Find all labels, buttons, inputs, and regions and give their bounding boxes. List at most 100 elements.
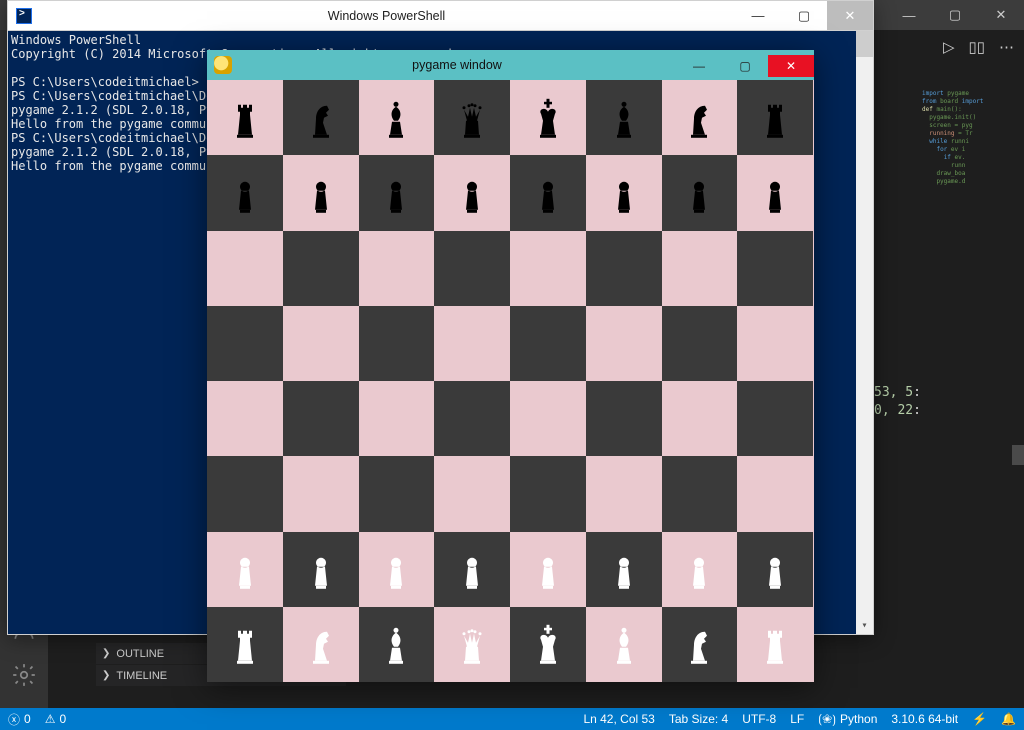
chess-piece-wQ[interactable]: [447, 613, 497, 673]
board-square[interactable]: [434, 80, 510, 155]
minimap[interactable]: import pygame from board import def main…: [922, 90, 1018, 186]
chess-piece-wB[interactable]: [599, 613, 649, 673]
pg-minimize-button[interactable]: —: [676, 55, 722, 77]
chess-piece-bP[interactable]: [220, 162, 270, 222]
chess-piece-bR[interactable]: [220, 86, 270, 146]
chess-piece-wP[interactable]: [371, 538, 421, 598]
board-square[interactable]: [737, 155, 813, 230]
board-square[interactable]: [586, 456, 662, 531]
board-square[interactable]: [586, 80, 662, 155]
chess-piece-bP[interactable]: [447, 162, 497, 222]
board-square[interactable]: [434, 607, 510, 682]
board-square[interactable]: [207, 532, 283, 607]
board-square[interactable]: [586, 381, 662, 456]
board-square[interactable]: [737, 456, 813, 531]
chess-piece-bR[interactable]: [750, 86, 800, 146]
ps-maximize-button[interactable]: ▢: [781, 1, 827, 30]
board-square[interactable]: [586, 607, 662, 682]
board-square[interactable]: [510, 80, 586, 155]
board-square[interactable]: [359, 381, 435, 456]
board-square[interactable]: [434, 231, 510, 306]
board-square[interactable]: [207, 155, 283, 230]
board-square[interactable]: [207, 381, 283, 456]
board-square[interactable]: [510, 532, 586, 607]
board-square[interactable]: [737, 306, 813, 381]
chess-piece-wP[interactable]: [750, 538, 800, 598]
board-square[interactable]: [207, 456, 283, 531]
status-language[interactable]: ⟮❀⟯ Python: [818, 712, 877, 727]
board-square[interactable]: [283, 456, 359, 531]
board-square[interactable]: [283, 155, 359, 230]
board-square[interactable]: [662, 456, 738, 531]
pygame-titlebar[interactable]: pygame window — ▢ ✕: [207, 50, 814, 80]
notifications-icon[interactable]: 🔔: [1001, 712, 1016, 726]
board-square[interactable]: [737, 80, 813, 155]
board-square[interactable]: [207, 231, 283, 306]
board-square[interactable]: [510, 607, 586, 682]
status-interpreter[interactable]: 3.10.6 64-bit: [891, 712, 958, 726]
feedback-icon[interactable]: ⚡: [972, 712, 987, 726]
chess-piece-bP[interactable]: [296, 162, 346, 222]
board-square[interactable]: [359, 607, 435, 682]
board-square[interactable]: [283, 607, 359, 682]
chess-piece-bB[interactable]: [371, 86, 421, 146]
chess-piece-wP[interactable]: [523, 538, 573, 598]
board-square[interactable]: [586, 231, 662, 306]
ps-minimize-button[interactable]: —: [735, 1, 781, 30]
chess-piece-wR[interactable]: [220, 613, 270, 673]
board-square[interactable]: [510, 231, 586, 306]
board-square[interactable]: [434, 381, 510, 456]
ps-close-button[interactable]: ✕: [827, 1, 873, 30]
board-square[interactable]: [662, 381, 738, 456]
board-square[interactable]: [359, 306, 435, 381]
board-square[interactable]: [359, 532, 435, 607]
board-square[interactable]: [434, 306, 510, 381]
console-scrollbar[interactable]: [856, 31, 873, 634]
chess-piece-wP[interactable]: [447, 538, 497, 598]
board-square[interactable]: [737, 231, 813, 306]
chess-board[interactable]: [207, 80, 813, 682]
board-square[interactable]: [434, 456, 510, 531]
chess-piece-wP[interactable]: [220, 538, 270, 598]
editor-scrollbar-thumb[interactable]: [1012, 445, 1024, 465]
chess-piece-wB[interactable]: [371, 613, 421, 673]
chess-piece-bB[interactable]: [599, 86, 649, 146]
board-square[interactable]: [359, 155, 435, 230]
board-square[interactable]: [662, 231, 738, 306]
status-tabsize[interactable]: Tab Size: 4: [669, 712, 728, 726]
vscode-minimize-button[interactable]: —: [886, 0, 932, 30]
status-warnings[interactable]: ⚠ 0: [45, 712, 66, 726]
chess-piece-wR[interactable]: [750, 613, 800, 673]
chess-piece-bN[interactable]: [674, 86, 724, 146]
pygame-surface[interactable]: [207, 80, 814, 682]
board-square[interactable]: [359, 80, 435, 155]
board-square[interactable]: [586, 155, 662, 230]
chess-piece-bK[interactable]: [523, 86, 573, 146]
board-square[interactable]: [283, 231, 359, 306]
chess-piece-wP[interactable]: [599, 538, 649, 598]
chess-piece-wP[interactable]: [296, 538, 346, 598]
status-cursor[interactable]: Ln 42, Col 53: [583, 712, 654, 726]
more-icon[interactable]: ⋯: [999, 38, 1014, 56]
chess-piece-bP[interactable]: [371, 162, 421, 222]
board-square[interactable]: [662, 80, 738, 155]
run-icon[interactable]: ▷: [943, 38, 955, 56]
status-errors[interactable]: ⓧ 0: [8, 711, 31, 728]
powershell-titlebar[interactable]: Windows PowerShell — ▢ ✕: [7, 0, 874, 30]
vscode-maximize-button[interactable]: ▢: [932, 0, 978, 30]
board-square[interactable]: [662, 155, 738, 230]
board-square[interactable]: [510, 381, 586, 456]
split-editor-icon[interactable]: ▯▯: [968, 38, 985, 56]
status-encoding[interactable]: UTF-8: [742, 712, 776, 726]
chess-piece-bN[interactable]: [296, 86, 346, 146]
board-square[interactable]: [662, 306, 738, 381]
board-square[interactable]: [207, 80, 283, 155]
board-square[interactable]: [434, 155, 510, 230]
board-square[interactable]: [662, 607, 738, 682]
board-square[interactable]: [510, 155, 586, 230]
chess-piece-wN[interactable]: [296, 613, 346, 673]
board-square[interactable]: [737, 607, 813, 682]
board-square[interactable]: [586, 532, 662, 607]
chess-piece-bP[interactable]: [750, 162, 800, 222]
chess-piece-bP[interactable]: [674, 162, 724, 222]
